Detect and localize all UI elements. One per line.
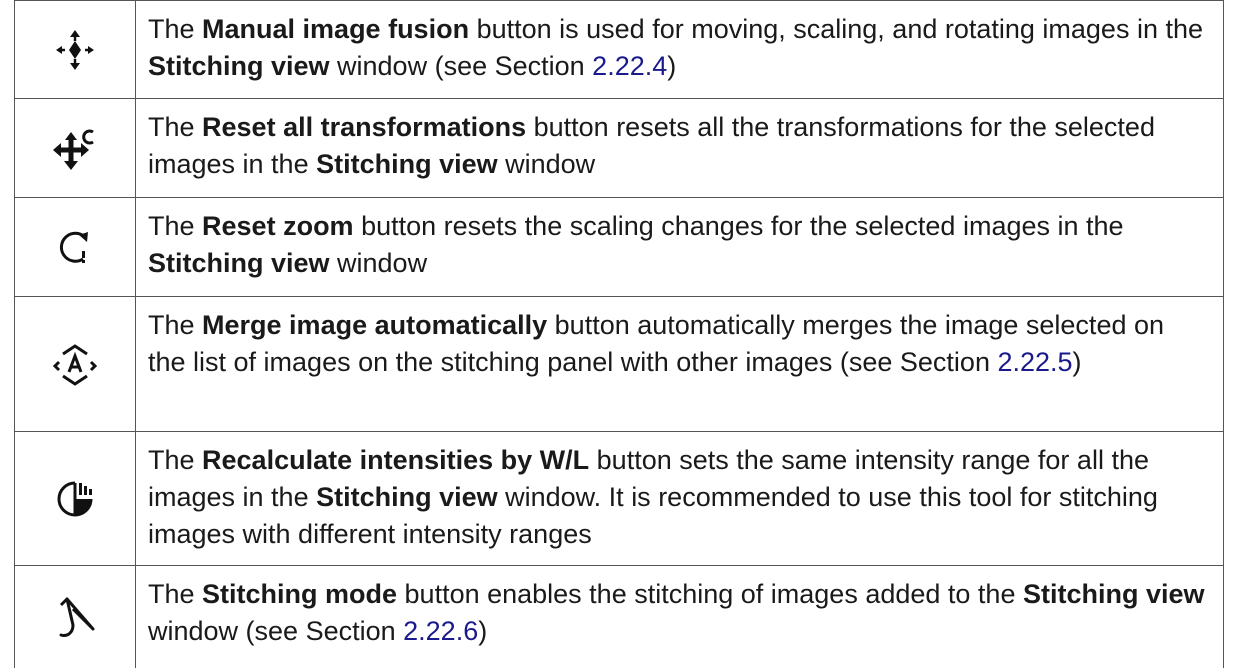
tool-name: Stitching mode — [202, 579, 398, 609]
tool-name: Reset zoom — [202, 211, 354, 241]
window-name: Stitching view — [316, 482, 498, 512]
window-name: Stitching view — [316, 149, 498, 179]
icon-cell — [15, 432, 136, 565]
reset-zoom-icon — [59, 231, 88, 263]
row-description: The Recalculate intensities by W/L butto… — [148, 445, 1158, 549]
table-row: The Reset all transformations button res… — [14, 99, 1224, 198]
icon-cell — [15, 566, 136, 668]
reset-all-transformations-icon — [53, 129, 94, 170]
row-description: The Merge image automatically button aut… — [148, 310, 1165, 377]
section-link[interactable]: 2.22.4 — [592, 51, 667, 81]
table-row: The Reset zoom button resets the scaling… — [14, 198, 1224, 297]
table-row: The Merge image automatically button aut… — [14, 297, 1224, 432]
tool-name: Recalculate intensities by W/L — [202, 445, 590, 475]
row-description: The Stitching mode button enables the st… — [148, 579, 1205, 646]
stitching-mode-icon — [59, 597, 95, 637]
recalculate-intensities-icon — [57, 481, 93, 516]
table-row: The Manual image fusion button is used f… — [14, 0, 1224, 99]
icon-cell — [15, 198, 136, 296]
window-name: Stitching view — [1022, 579, 1205, 609]
icon-cell — [15, 1, 136, 98]
merge-image-automatically-icon — [53, 344, 97, 386]
manual-image-fusion-icon — [56, 29, 94, 70]
row-description: The Reset all transformations button res… — [148, 112, 1155, 179]
tool-name: Reset all transformations — [202, 112, 527, 142]
tool-name: Manual image fusion — [202, 14, 470, 44]
table-row: The Recalculate intensities by W/L butto… — [14, 432, 1224, 566]
row-description: The Manual image fusion button is used f… — [148, 14, 1203, 81]
table-row: The Stitching mode button enables the st… — [14, 566, 1224, 668]
section-link[interactable]: 2.22.6 — [403, 616, 478, 646]
icon-cell — [15, 297, 136, 431]
row-description: The Reset zoom button resets the scaling… — [148, 211, 1124, 278]
window-name: Stitching view — [148, 248, 330, 278]
section-link[interactable]: 2.22.5 — [997, 347, 1072, 377]
tools-table: The Manual image fusion button is used f… — [14, 0, 1224, 668]
window-name: Stitching view — [148, 51, 330, 81]
tool-name: Merge image automatically — [202, 310, 548, 340]
icon-cell — [15, 99, 136, 197]
